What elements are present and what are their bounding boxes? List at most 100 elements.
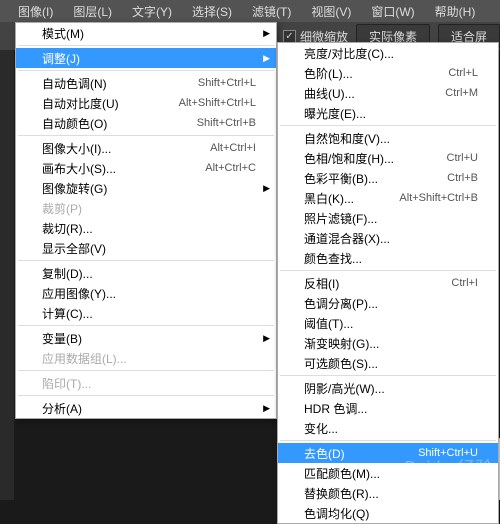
menu-item[interactable]: 色彩平衡(B)... Ctrl+B bbox=[278, 168, 498, 188]
menu-separator bbox=[18, 395, 274, 396]
menu-item[interactable]: 显示全部(V) bbox=[16, 238, 276, 258]
menu-item[interactable]: 文字(Y) bbox=[124, 1, 180, 22]
menu-item-label: 调整(J) bbox=[42, 50, 80, 67]
menu-item-label: 颜色查找... bbox=[304, 250, 362, 267]
tab-strip bbox=[0, 50, 14, 500]
menu-item-label: 亮度/对比度(C)... bbox=[304, 45, 394, 62]
menu-item[interactable]: 帮助(H) bbox=[427, 1, 484, 22]
menu-shortcut: Alt+Shift+Ctrl+L bbox=[179, 97, 256, 109]
menu-item[interactable]: 分析(A) ▶ bbox=[16, 398, 276, 418]
menu-shortcut: Shift+Ctrl+B bbox=[197, 117, 256, 129]
menu-item[interactable]: 自动对比度(U) Alt+Shift+Ctrl+L bbox=[16, 93, 276, 113]
menu-item[interactable]: 阴影/高光(W)... bbox=[278, 378, 498, 398]
menu-item[interactable]: 色阶(L)...Ctrl+L bbox=[278, 63, 498, 83]
menu-item[interactable]: 画布大小(S)...Alt+Ctrl+C bbox=[16, 158, 276, 178]
menu-item-label: 渐变映射(G)... bbox=[304, 335, 379, 352]
menu-shortcut: Alt+Ctrl+I bbox=[210, 142, 256, 154]
menu-separator bbox=[18, 370, 274, 371]
menu-item[interactable]: 曝光度(E)... bbox=[278, 103, 498, 123]
menu-item[interactable]: 自动颜色(O) Shift+Ctrl+B bbox=[16, 113, 276, 133]
menu-item[interactable]: 视图(V) bbox=[303, 1, 359, 22]
menu-item[interactable]: 色调分离(P)... bbox=[278, 293, 498, 313]
menu-item[interactable]: 自然饱和度(V)... bbox=[278, 128, 498, 148]
watermark: Baidu 经验 bbox=[403, 454, 490, 480]
menu-item[interactable]: HDR 色调... bbox=[278, 398, 498, 418]
menu-item[interactable]: 图像旋转(G) ▶ bbox=[16, 178, 276, 198]
menu-item-label: HDR 色调... bbox=[304, 400, 367, 417]
menu-item-label: 曲线(U)... bbox=[304, 85, 355, 102]
menu-item-label: 匹配颜色(M)... bbox=[304, 465, 380, 482]
menu-item-label: 自动对比度(U) bbox=[42, 95, 119, 112]
menu-item-label: 色彩平衡(B)... bbox=[304, 170, 378, 187]
menu-item-label: 裁切(R)... bbox=[42, 220, 93, 237]
menu-item[interactable]: 变量(B) ▶ bbox=[16, 328, 276, 348]
menu-item[interactable]: 裁切(R)... bbox=[16, 218, 276, 238]
menu-shortcut: Shift+Ctrl+L bbox=[198, 77, 256, 89]
menu-item[interactable]: 黑白(K)...Alt+Shift+Ctrl+B bbox=[278, 188, 498, 208]
menu-item-label: 陷印(T)... bbox=[42, 375, 91, 392]
menu-item-label: 照片滤镜(F)... bbox=[304, 210, 377, 227]
menu-item[interactable]: 图像(I) bbox=[10, 1, 61, 22]
menu-item-label: 图像旋转(G) bbox=[42, 180, 107, 197]
menu-item[interactable]: 自动色调(N) Shift+Ctrl+L bbox=[16, 73, 276, 93]
menu-item[interactable]: 复制(D)... bbox=[16, 263, 276, 283]
menu-item[interactable]: 窗口(W) bbox=[363, 1, 422, 22]
menu-item[interactable]: 通道混合器(X)... bbox=[278, 228, 498, 248]
menu-item[interactable]: 曲线(U)... Ctrl+M bbox=[278, 83, 498, 103]
menu-item-label: 模式(M) bbox=[42, 25, 84, 42]
menu-item[interactable]: 调整(J) ▶ bbox=[16, 48, 276, 68]
menu-item[interactable]: 应用图像(Y)... bbox=[16, 283, 276, 303]
menu-item[interactable]: 色相/饱和度(H)...Ctrl+U bbox=[278, 148, 498, 168]
menu-shortcut: Ctrl+I bbox=[451, 277, 478, 289]
chevron-right-icon: ▶ bbox=[263, 53, 270, 64]
menu-item[interactable]: 反相(I)Ctrl+I bbox=[278, 273, 498, 293]
menu-item-label: 色阶(L)... bbox=[304, 65, 353, 82]
menu-item-label: 应用数据组(L)... bbox=[42, 350, 127, 367]
menu-item[interactable]: 选择(S) bbox=[184, 1, 240, 22]
menu-item-label: 画布大小(S)... bbox=[42, 160, 116, 177]
menu-separator bbox=[280, 125, 496, 126]
menu-item-label: 自动颜色(O) bbox=[42, 115, 107, 132]
menu-item-label: 裁剪(P) bbox=[42, 200, 82, 217]
menu-item-label: 计算(C)... bbox=[42, 305, 93, 322]
menu-item: 陷印(T)... bbox=[16, 373, 276, 393]
menu-shortcut: Alt+Shift+Ctrl+B bbox=[399, 192, 478, 204]
menu-item[interactable]: 阈值(T)... bbox=[278, 313, 498, 333]
menu-item[interactable]: 模式(M)▶ bbox=[16, 23, 276, 43]
menu-separator bbox=[280, 375, 496, 376]
menu-item-label: 显示全部(V) bbox=[42, 240, 106, 257]
menu-item[interactable]: 色调均化(Q) bbox=[278, 503, 498, 523]
menu-item[interactable]: 计算(C)... bbox=[16, 303, 276, 323]
menu-item-label: 变化... bbox=[304, 420, 338, 437]
menu-item[interactable]: 照片滤镜(F)... bbox=[278, 208, 498, 228]
menu-item[interactable]: 替换颜色(R)... bbox=[278, 483, 498, 503]
menu-item[interactable]: 渐变映射(G)... bbox=[278, 333, 498, 353]
menu-item-label: 自动色调(N) bbox=[42, 75, 107, 92]
menu-item-label: 图像大小(I)... bbox=[42, 140, 111, 157]
menu-separator bbox=[18, 260, 274, 261]
menu-item[interactable]: 颜色查找... bbox=[278, 248, 498, 268]
menu-item-label: 分析(A) bbox=[42, 400, 82, 417]
menu-separator bbox=[18, 45, 274, 46]
menu-item-label: 自然饱和度(V)... bbox=[304, 130, 390, 147]
menu-item-label: 色相/饱和度(H)... bbox=[304, 150, 394, 167]
menu-item-label: 去色(D) bbox=[304, 445, 345, 462]
chevron-right-icon: ▶ bbox=[263, 403, 270, 414]
menu-shortcut: Ctrl+B bbox=[447, 172, 478, 184]
menu-item[interactable]: 图像大小(I)... Alt+Ctrl+I bbox=[16, 138, 276, 158]
menu-item-label: 应用图像(Y)... bbox=[42, 285, 116, 302]
menu-item[interactable]: 亮度/对比度(C)... bbox=[278, 43, 498, 63]
menu-item-label: 阈值(T)... bbox=[304, 315, 353, 332]
menubar: 图像(I)图层(L)文字(Y)选择(S)滤镜(T)视图(V)窗口(W)帮助(H) bbox=[0, 0, 500, 22]
menu-shortcut: Ctrl+M bbox=[445, 87, 478, 99]
chevron-right-icon: ▶ bbox=[263, 333, 270, 344]
menu-item-label: 变量(B) bbox=[42, 330, 82, 347]
menu-item[interactable]: 滤镜(T) bbox=[244, 1, 299, 22]
menu-item-label: 阴影/高光(W)... bbox=[304, 380, 385, 397]
menu-item[interactable]: 可选颜色(S)... bbox=[278, 353, 498, 373]
chevron-right-icon: ▶ bbox=[263, 183, 270, 194]
menu-item[interactable]: 变化... bbox=[278, 418, 498, 438]
menu-item: 裁剪(P) bbox=[16, 198, 276, 218]
menu-separator bbox=[280, 270, 496, 271]
menu-item[interactable]: 图层(L) bbox=[65, 1, 120, 22]
